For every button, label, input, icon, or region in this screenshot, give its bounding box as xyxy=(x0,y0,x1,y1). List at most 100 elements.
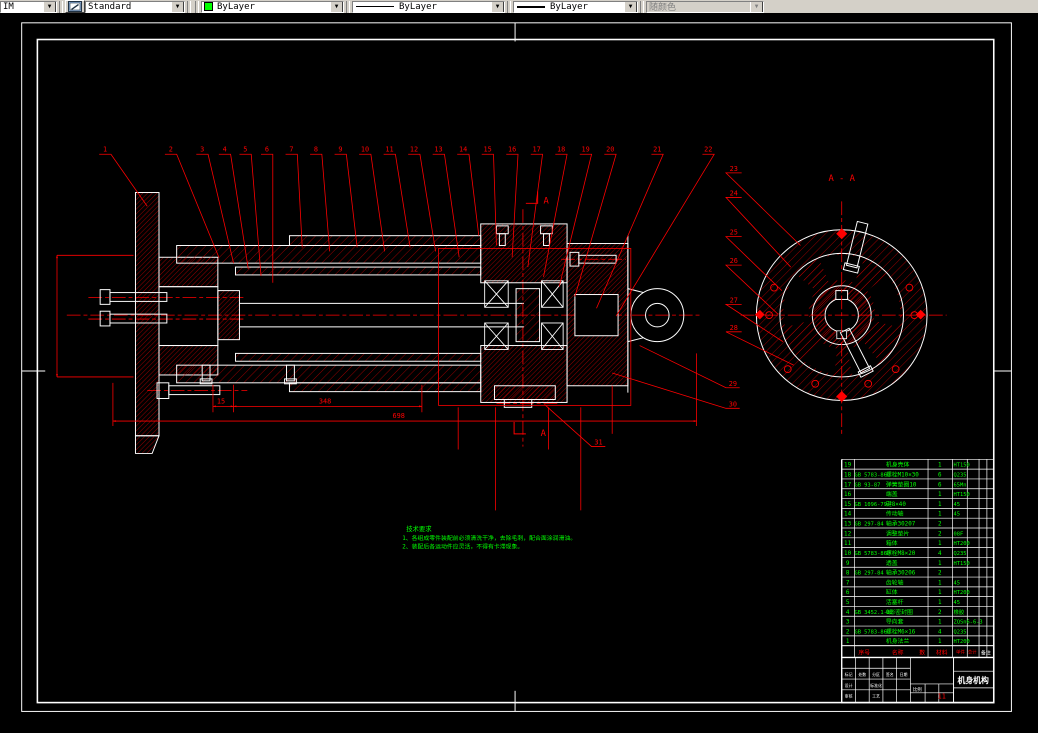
bom-code: GB 1096-79 xyxy=(854,502,886,508)
callout-number: 26 xyxy=(730,257,738,265)
bom-name: 机身壳体 xyxy=(886,461,910,469)
bom-name: 导向套 xyxy=(886,618,904,626)
bom-header-note: 备注 xyxy=(981,650,991,657)
text-style-manager-button[interactable] xyxy=(65,0,85,13)
bom-seq: 6 xyxy=(846,590,850,596)
bom-code: GB 5783-86 xyxy=(854,551,886,557)
model-space-canvas[interactable]: A - A 15 3 4 8 6 9 8 A A 技术要求 1、各组成零件装配前必须清洗… xyxy=(0,14,1038,733)
bom-qty: 1 xyxy=(938,492,942,498)
notes-title: 技术要求 xyxy=(406,524,432,533)
sheet-number: 11 xyxy=(938,693,946,701)
dim-style-value: IM xyxy=(1,2,43,12)
dim-style-combo[interactable]: IM ▼ xyxy=(0,1,57,13)
title-block-label: 标准化 xyxy=(870,683,882,688)
lineweight-control-combo[interactable]: ByLayer ▼ xyxy=(513,1,638,13)
callout-number: 22 xyxy=(704,145,712,153)
linetype-control-combo[interactable]: ByLayer ▼ xyxy=(352,1,505,13)
bom-code: GB 93-87 xyxy=(854,482,880,488)
bom-qty: 1 xyxy=(938,639,942,645)
callout-number: 12 xyxy=(410,145,418,153)
lineweight-control-value: ByLayer xyxy=(548,2,624,12)
bom-seq: 17 xyxy=(844,482,852,488)
assembly-drawing: A - A 15 3 4 8 6 9 8 A A 技术要求 1、各组成零件装配前必须清洗… xyxy=(0,14,1038,733)
callout-number: 24 xyxy=(730,189,738,197)
bom-seq: 8 xyxy=(846,571,850,577)
bom-name: 键8×40 xyxy=(886,500,906,508)
section-view-title: A - A xyxy=(828,174,855,184)
parts-list-table: 19机身壳体1HT15018GB 5783-86螺栓M10×306Q23517G… xyxy=(842,459,994,657)
bom-material: 65Mn xyxy=(954,482,967,488)
title-block-label: 签名 xyxy=(886,672,894,677)
notes-line-1: 1、各组成零件装配前必须清洗干净，去除毛刺，配合面涂润滑油。 xyxy=(402,534,576,542)
callout-number: 16 xyxy=(508,145,516,153)
bom-seq: 11 xyxy=(844,541,852,547)
main-assembly-view xyxy=(57,193,702,511)
callout-number: 20 xyxy=(606,145,614,153)
bom-qty: 1 xyxy=(938,512,942,518)
lineweight-dropdown-arrow-icon[interactable]: ▼ xyxy=(624,1,637,13)
callout-number: 11 xyxy=(385,145,393,153)
callout-leader xyxy=(286,154,303,247)
callout-number: 1 xyxy=(103,145,107,153)
bom-header-unit: 单件 xyxy=(956,649,965,656)
callout-number: 4 xyxy=(223,145,227,153)
callout-number: 27 xyxy=(730,296,738,304)
text-style-dropdown-arrow-icon[interactable]: ▼ xyxy=(171,1,184,13)
callout-leader xyxy=(384,154,410,247)
callout-number: 9 xyxy=(338,145,342,153)
section-mark-top: A xyxy=(544,196,550,206)
text-style-combo[interactable]: Standard ▼ xyxy=(85,1,185,13)
callout-number: 14 xyxy=(459,145,467,153)
bom-qty: 1 xyxy=(938,561,942,567)
callout-number: 17 xyxy=(533,145,541,153)
bom-seq: 1 xyxy=(846,639,850,645)
color-control-value: ByLayer xyxy=(215,2,330,12)
callout-number: 8 xyxy=(314,145,318,153)
bom-material: 08F xyxy=(954,531,964,537)
bom-material: ZQSn6-6-3 xyxy=(954,620,983,626)
linetype-control-value: ByLayer xyxy=(397,2,491,12)
callout-number: 23 xyxy=(730,165,738,173)
callout-number: 7 xyxy=(289,145,293,153)
bom-material: HT150 xyxy=(954,561,970,567)
bom-header-total: 总计 xyxy=(968,649,977,656)
callout-number: 15 xyxy=(483,145,491,153)
callout-number: 3 xyxy=(200,145,204,153)
bom-qty: 1 xyxy=(938,541,942,547)
bom-material: HT200 xyxy=(954,590,970,596)
toolbar-separator xyxy=(507,1,511,13)
callout-leader xyxy=(596,154,663,308)
callout-number: 18 xyxy=(557,145,565,153)
bom-name: 轴承30207 xyxy=(886,520,916,528)
bom-code: GB 297-84 xyxy=(854,571,883,577)
bom-header-label: 材料 xyxy=(936,649,948,657)
dim-style-dropdown-arrow-icon[interactable]: ▼ xyxy=(43,1,56,13)
object-properties-toolbar: IM ▼ Standard ▼ ByLayer ▼ ByLayer ▼ ByLa… xyxy=(0,0,1038,14)
section-mark-bottom: A xyxy=(541,429,547,439)
bom-material: 45 xyxy=(954,512,960,518)
bom-name: 缸体 xyxy=(886,588,898,596)
bom-seq: 14 xyxy=(844,512,852,518)
bom-qty: 2 xyxy=(938,531,942,537)
bom-qty: 1 xyxy=(938,580,942,586)
bom-qty: 1 xyxy=(938,463,942,469)
color-control-combo[interactable]: ByLayer ▼ xyxy=(201,1,344,13)
toolbar-separator xyxy=(346,1,350,13)
callout-number: 2 xyxy=(169,145,173,153)
technical-notes: 技术要求 1、各组成零件装配前必须清洗干净，去除毛刺，配合面涂润滑油。 2、装配… xyxy=(402,524,576,551)
title-block-label: 标记 xyxy=(845,672,853,677)
scale-label: 比例 xyxy=(913,686,922,693)
bom-qty: 1 xyxy=(938,502,942,508)
front-hub xyxy=(159,257,218,375)
color-dropdown-arrow-icon[interactable]: ▼ xyxy=(330,1,343,13)
notes-line-2: 2、装配后各运动件应灵活，不得有卡滞现象。 xyxy=(402,543,523,551)
toolbar-separator xyxy=(59,1,63,13)
cad-application-window: { "toolbar": { "dim_style_value": "IM", … xyxy=(0,0,1038,733)
bom-seq: 16 xyxy=(844,492,852,498)
bom-material: HT200 xyxy=(954,639,970,645)
linetype-dropdown-arrow-icon[interactable]: ▼ xyxy=(491,1,504,13)
callout-number: 10 xyxy=(361,145,369,153)
bom-name: O形密封圈 xyxy=(886,608,913,616)
callout-number: 29 xyxy=(729,380,737,388)
bom-seq: 9 xyxy=(846,561,850,567)
